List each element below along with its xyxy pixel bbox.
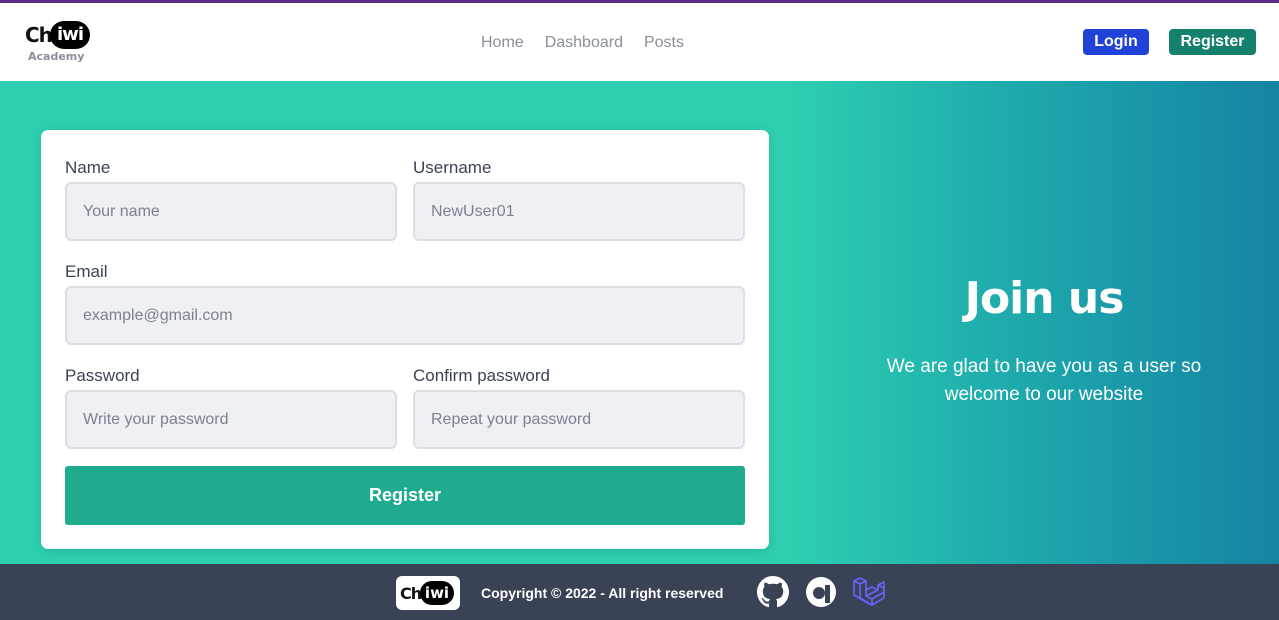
logo-subtitle: Academy bbox=[28, 50, 85, 63]
password-label: Password bbox=[65, 366, 140, 385]
confirm-password-input[interactable] bbox=[413, 390, 745, 449]
laravel-icon[interactable] bbox=[852, 576, 886, 615]
navbar: Ch iwi Academy Home Dashboard Posts Logi… bbox=[0, 3, 1279, 81]
email-label: Email bbox=[65, 262, 108, 281]
footer: Ch iwi Copyright © 2022 - All right rese… bbox=[0, 564, 1279, 620]
nav-home[interactable]: Home bbox=[481, 33, 524, 53]
register-submit-button[interactable]: Register bbox=[65, 466, 745, 525]
footer-logo[interactable]: Ch iwi bbox=[396, 576, 460, 610]
username-input[interactable] bbox=[413, 182, 745, 241]
footer-logo-bubble: iwi bbox=[420, 581, 454, 605]
logo-prefix: Ch bbox=[25, 23, 53, 47]
copyright-text: Copyright © 2022 - All right reserved bbox=[481, 585, 724, 601]
email-input[interactable] bbox=[65, 286, 745, 345]
chiwi-logo[interactable]: Ch iwi Academy bbox=[25, 19, 91, 65]
name-input[interactable] bbox=[65, 182, 397, 241]
github-icon[interactable] bbox=[757, 576, 789, 613]
name-label: Name bbox=[65, 158, 111, 177]
login-button[interactable]: Login bbox=[1083, 29, 1149, 55]
join-us-text: We are glad to have you as a user so wel… bbox=[886, 356, 1202, 405]
alpine-a-icon[interactable] bbox=[805, 576, 837, 613]
register-form-card: Name Username Email Password Confirm pas… bbox=[41, 130, 769, 549]
hero-section: Name Username Email Password Confirm pas… bbox=[0, 81, 1279, 564]
nav-posts[interactable]: Posts bbox=[644, 33, 684, 53]
password-input[interactable] bbox=[65, 390, 397, 449]
register-nav-button[interactable]: Register bbox=[1169, 29, 1256, 55]
join-us-heading: Join us bbox=[964, 273, 1125, 324]
main-menu: Home Dashboard Posts bbox=[481, 33, 705, 53]
footer-logo-prefix: Ch bbox=[400, 584, 422, 603]
logo-bubble: iwi bbox=[50, 21, 90, 49]
confirm-password-label: Confirm password bbox=[413, 366, 550, 385]
username-label: Username bbox=[413, 158, 492, 177]
nav-dashboard[interactable]: Dashboard bbox=[545, 33, 623, 53]
